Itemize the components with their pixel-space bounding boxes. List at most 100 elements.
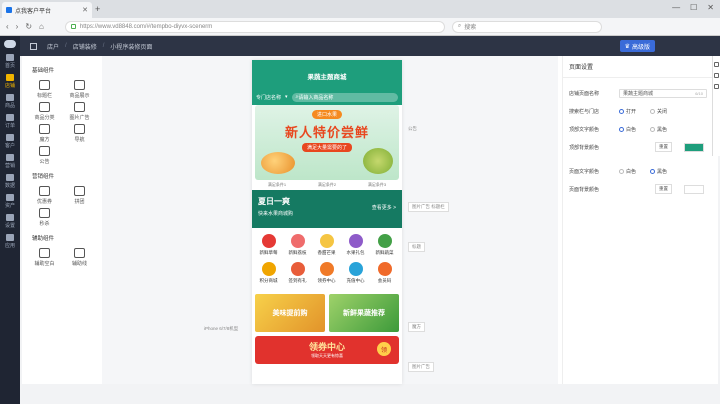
category-item[interactable]: 香甜芒果 [312,234,341,262]
radio-black[interactable]: 黑色 [650,126,667,133]
page-bg-color-swatch[interactable] [684,184,704,194]
component-flash-sale[interactable]: 秒杀 [27,208,62,230]
canvas-tag-ad[interactable]: 图片广告 标题栏 [408,202,449,212]
component-goods-category[interactable]: 商品分类 [27,102,62,124]
coupon-get-button[interactable]: 领 [377,342,391,356]
radio-close[interactable]: 关闭 [650,108,667,115]
sidebar-item-orders[interactable]: 订单 [0,114,20,129]
component-divider[interactable]: 辅助线 [62,248,97,270]
top-bg-color-swatch[interactable] [684,142,704,152]
category-item[interactable]: 新鲜蔬菜 [370,234,399,262]
window-close-icon[interactable]: ✕ [707,3,714,12]
menu-grid-icon[interactable] [30,42,37,50]
cube-ads: 美味提前购 新鲜果蔬推荐 [255,294,399,332]
sidebar-item-assets[interactable]: 资产 [0,194,20,209]
minimize-icon[interactable]: — [672,3,680,12]
new-tab-icon[interactable]: + [95,4,100,14]
close-panel-icon[interactable] [714,62,719,67]
browser-search-input[interactable]: ⌕ 搜索 [451,20,602,33]
alarm-clock-icon [39,208,50,218]
breadcrumb-1[interactable]: 店户 [47,42,59,51]
home-icon[interactable]: ⌂ [39,22,44,31]
sidebar-item-marketing[interactable]: 营销 [0,154,20,169]
component-cube[interactable]: 魔方 [27,124,62,146]
vip-badge[interactable]: ♛ 高级版 [619,40,655,52]
sidebar-item-data[interactable]: 数据 [0,174,20,189]
sidebar-item-home[interactable]: 首页 [0,54,20,69]
category-item[interactable]: 充值中心 [341,262,370,290]
help-icon[interactable] [714,73,719,78]
category-item[interactable]: 水果礼包 [341,234,370,262]
breadcrumb-2[interactable]: 店铺装修 [73,42,97,51]
canvas-tag-notice: 公告 [408,126,417,131]
reset-button[interactable]: 重置 [655,142,672,152]
category-item[interactable]: 积分商城 [254,262,283,290]
category-item[interactable]: 签到有礼 [283,262,312,290]
radio-open[interactable]: 打开 [619,108,636,115]
phone-header[interactable]: 果蔬主题商城 [252,60,402,89]
radio-white[interactable]: 白色 [619,126,636,133]
promo-title-bar[interactable]: 夏日一爽 快来水果商城购 查看更多 > [252,190,402,228]
close-icon[interactable]: ✕ [82,6,88,14]
forward-icon[interactable]: › [16,22,19,31]
marketing-components-title: 营销组件 [32,174,55,180]
category-navigation: 新鲜草莓 新鲜荔枝 香甜芒果 水果礼包 新鲜蔬菜积分商城 签到有礼 领券中心 充值中心 会员码 [252,228,402,290]
page-settings: 页面设置 店铺页面名称 果蔬主题商城 6/10 搜索栏与门店 打开 关闭 顶部文… [562,56,718,384]
reset-button[interactable]: 重置 [655,184,672,194]
promo-subtitle: 快来水果商城购 [258,211,294,217]
sidebar-item-settings[interactable]: 设置 [0,214,20,229]
maximize-icon[interactable]: ☐ [690,3,697,12]
sidebar-item-store[interactable]: 店铺 [0,74,20,89]
setting-page-text-color: 页面文字颜色 白色 黑色 [569,168,668,175]
canvas-tag-cube[interactable]: 魔方 [408,322,425,332]
phone-search-bar[interactable]: 专门店名称 ▾ ⌕ 请输入商品名称 [252,89,402,105]
component-coupon[interactable]: 优惠券 [27,186,62,208]
category-icon [377,262,392,276]
banner-subtitle: 满足大量需要的了 [301,143,352,152]
category-item[interactable]: 会员码 [370,262,399,290]
radio-page-white[interactable]: 白色 [619,168,636,175]
marketing-icon [6,154,14,161]
cube-ad-left[interactable]: 美味提前购 [255,294,325,332]
banner-ad[interactable]: 进口水果 新人特价尝鲜 满足大量需要的了 [255,105,399,180]
store-name: 专门店名称 [256,94,282,101]
notice-bar[interactable]: 满足条件1 满足条件2 满足条件3 [252,180,402,190]
component-title-bar[interactable]: 标题栏 [27,80,62,102]
breadcrumb-separator: / [65,43,67,49]
view-more-link[interactable]: 查看更多 > [372,204,396,211]
main-sidebar: 首页 店铺 商品 订单 客户 营销 数据 资产 设置 应用 [0,36,20,404]
page-name-input[interactable]: 果蔬主题商城 6/10 [619,88,707,98]
customers-icon [6,134,14,141]
component-blank[interactable]: 辅助空白 [27,248,62,270]
back-icon[interactable]: ‹ [6,22,9,31]
banner-pill: 进口水果 [311,110,342,119]
shopping-bag-icon [74,80,85,90]
coupon-subtitle: 领取天天更有惊喜 [311,353,343,358]
cube-ad-right[interactable]: 新鲜果蔬推荐 [329,294,399,332]
basic-components: 标题栏 商品展示 商品分类 图片广告 魔方 导航 公告 [27,80,97,168]
category-item[interactable]: 领券中心 [312,262,341,290]
canvas-tag-title[interactable]: 标题 [408,242,425,252]
apps-icon [6,234,14,241]
search-icon: ⌕ [457,23,462,29]
component-goods-display[interactable]: 商品展示 [62,80,97,102]
component-group-buy[interactable]: 拼团 [62,186,97,208]
url-input[interactable]: https://www.vd8848.com/#/tempbo-diyvx-sc… [64,20,445,33]
radio-page-black[interactable]: 黑色 [650,168,667,175]
edit-icon[interactable] [714,84,719,89]
sidebar-item-goods[interactable]: 商品 [0,94,20,109]
phone-search-input[interactable]: ⌕ 请输入商品名称 [291,92,398,102]
category-icon [39,102,50,112]
category-item[interactable]: 新鲜荔枝 [283,234,312,262]
category-item[interactable]: 新鲜草莓 [254,234,283,262]
coupon-banner[interactable]: 领券中心 领取天天更有惊喜 领 [255,336,399,364]
component-navigation[interactable]: 导航 [62,124,97,146]
component-notice[interactable]: 公告 [27,146,62,168]
sidebar-item-apps[interactable]: 应用 [0,234,20,249]
setting-top-bg-color: 顶部背景颜色 重置 [563,138,718,156]
reload-icon[interactable]: ↻ [25,22,32,31]
component-image-ad[interactable]: 图片广告 [62,102,97,124]
canvas-tag-ad2[interactable]: 图片广告 [408,362,434,372]
sidebar-item-customers[interactable]: 客户 [0,134,20,149]
browser-tab[interactable]: 点我客户平台 ✕ [2,2,92,18]
